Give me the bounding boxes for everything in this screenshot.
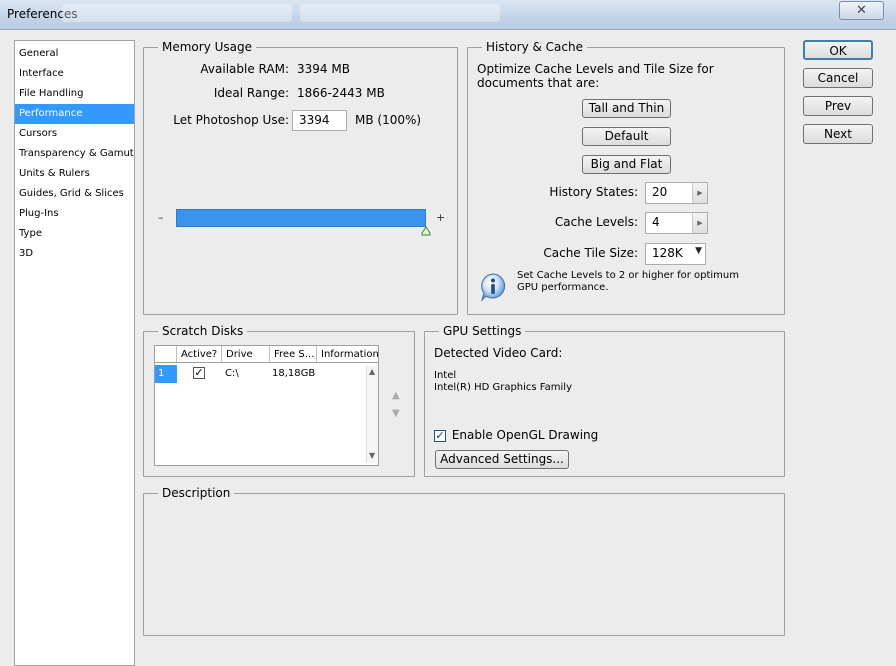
- scratch-disks-legend: Scratch Disks: [158, 324, 248, 338]
- slider-minus: –: [158, 211, 164, 224]
- detected-video-card-label: Detected Video Card:: [434, 346, 563, 360]
- gpu-card-name: Intel(R) HD Graphics Family: [434, 382, 572, 393]
- big-and-flat-button[interactable]: Big and Flat: [582, 155, 671, 174]
- move-down-icon[interactable]: ▼: [392, 408, 400, 419]
- stepper-arrow-icon[interactable]: ▶: [692, 183, 707, 203]
- gpu-settings-legend: GPU Settings: [439, 324, 526, 338]
- history-states-stepper[interactable]: 20 ▶: [645, 182, 708, 204]
- sidebar-item-transparency-gamut[interactable]: Transparency & Gamut: [15, 144, 134, 164]
- cache-tile-size-label: Cache Tile Size:: [543, 246, 638, 260]
- opengl-checkbox[interactable]: ✓: [434, 429, 446, 442]
- row-index: 1: [155, 365, 177, 383]
- column-header-drive[interactable]: Drive: [222, 346, 270, 362]
- cache-tile-size-value: 128K: [652, 246, 683, 260]
- stepper-arrow-icon[interactable]: ▶: [692, 213, 707, 233]
- title-bar-ghost: [300, 4, 500, 22]
- column-header-index: [155, 346, 177, 362]
- scratch-disks-header: Active? Drive Free S... Information: [154, 345, 379, 363]
- default-button[interactable]: Default: [582, 127, 671, 146]
- let-photoshop-use-label: Let Photoshop Use:: [173, 113, 289, 127]
- memory-slider[interactable]: [176, 209, 426, 227]
- sidebar-item-units-rulers[interactable]: Units & Rulers: [15, 164, 134, 184]
- close-button[interactable]: ✕: [839, 1, 884, 20]
- ideal-range-label: Ideal Range:: [213, 86, 289, 100]
- description-legend: Description: [158, 486, 235, 500]
- cache-tile-size-select[interactable]: 128K ▼: [645, 243, 706, 265]
- memory-suffix: MB (100%): [355, 113, 422, 127]
- memory-amount-input[interactable]: 3394: [292, 110, 347, 131]
- cache-description: Optimize Cache Levels and Tile Size for …: [477, 62, 714, 90]
- sidebar-item-plug-ins[interactable]: Plug-Ins: [15, 204, 134, 224]
- sidebar-item-interface[interactable]: Interface: [15, 64, 134, 84]
- slider-plus: +: [436, 211, 446, 224]
- advanced-settings-button[interactable]: Advanced Settings...: [435, 450, 569, 469]
- cache-levels-stepper[interactable]: 4 ▶: [645, 212, 708, 234]
- row-information: [317, 365, 366, 383]
- opengl-label: Enable OpenGL Drawing: [451, 428, 599, 442]
- table-row[interactable]: 1 ✓ C:\ 18,18GB: [155, 365, 366, 383]
- column-header-free-space[interactable]: Free S...: [270, 346, 317, 362]
- scratch-disks-table: 1 ✓ C:\ 18,18GB ▲ ▼: [154, 363, 379, 466]
- opengl-checkbox-row[interactable]: ✓ Enable OpenGL Drawing: [434, 428, 598, 442]
- sidebar-item-performance[interactable]: Performance: [15, 104, 134, 124]
- column-header-active[interactable]: Active?: [177, 346, 222, 362]
- slider-thumb[interactable]: [421, 226, 431, 236]
- sidebar-item-type[interactable]: Type: [15, 224, 134, 244]
- sidebar-item-general[interactable]: General: [15, 44, 134, 64]
- gpu-vendor: Intel: [434, 370, 457, 381]
- sidebar-item-guides-grid-slices[interactable]: Guides, Grid & Slices: [15, 184, 134, 204]
- history-states-label: History States:: [549, 185, 638, 199]
- close-icon: ✕: [856, 3, 867, 18]
- active-checkbox[interactable]: ✓: [193, 367, 205, 379]
- row-active-cell: ✓: [177, 365, 222, 383]
- sidebar-item-3d[interactable]: 3D: [15, 244, 134, 264]
- chevron-down-icon: ▼: [695, 246, 702, 256]
- cancel-button[interactable]: Cancel: [803, 68, 873, 88]
- row-drive: C:\: [225, 368, 239, 379]
- history-cache-legend: History & Cache: [482, 40, 587, 54]
- cache-levels-value: 4: [652, 215, 660, 229]
- available-ram-label: Available RAM:: [200, 62, 289, 76]
- ok-button[interactable]: OK: [803, 40, 873, 60]
- row-free-space: 18,18GB: [272, 368, 316, 379]
- history-states-value: 20: [652, 185, 668, 199]
- table-scrollbar[interactable]: ▲ ▼: [366, 365, 378, 463]
- move-up-icon[interactable]: ▲: [392, 390, 400, 401]
- scroll-up-icon[interactable]: ▲: [369, 367, 375, 376]
- sidebar-item-file-handling[interactable]: File Handling: [15, 84, 134, 104]
- dialog-client: General Interface File Handling Performance…: [0, 30, 896, 666]
- category-list[interactable]: General Interface File Handling Performance…: [14, 40, 135, 666]
- cache-info-text: Set Cache Levels to 2 or higher for opti…: [517, 270, 739, 293]
- title-bar-ghost: [62, 4, 292, 22]
- title-bar: Preferences ✕: [0, 0, 896, 30]
- column-header-information[interactable]: Information: [317, 346, 378, 362]
- memory-usage-legend: Memory Usage: [158, 40, 257, 54]
- available-ram-value: 3394 MB: [297, 62, 350, 76]
- tall-and-thin-button[interactable]: Tall and Thin: [582, 99, 671, 118]
- ideal-range-value: 1866-2443 MB: [297, 86, 385, 100]
- prev-button[interactable]: Prev: [803, 96, 873, 116]
- cache-levels-label: Cache Levels:: [554, 215, 638, 229]
- info-icon: [480, 273, 506, 302]
- sidebar-item-cursors[interactable]: Cursors: [15, 124, 134, 144]
- scroll-down-icon[interactable]: ▼: [369, 451, 375, 460]
- description-group: Description: [143, 486, 785, 636]
- next-button[interactable]: Next: [803, 124, 873, 144]
